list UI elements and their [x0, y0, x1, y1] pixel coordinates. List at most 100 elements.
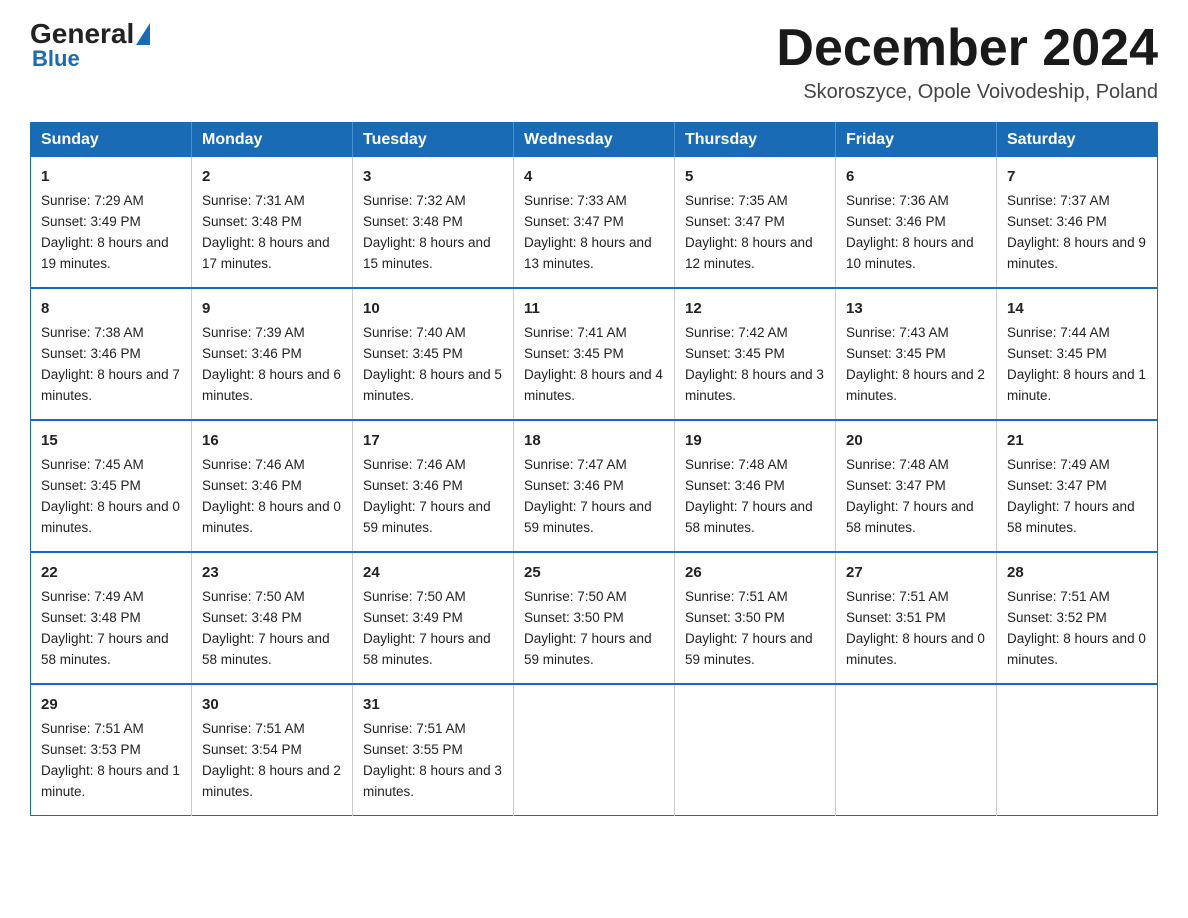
day-info: Sunrise: 7:39 AMSunset: 3:46 PMDaylight:…: [202, 325, 341, 403]
day-number: 31: [363, 693, 503, 716]
day-info: Sunrise: 7:36 AMSunset: 3:46 PMDaylight:…: [846, 193, 974, 271]
day-number: 7: [1007, 165, 1147, 188]
day-number: 26: [685, 561, 825, 584]
day-info: Sunrise: 7:51 AMSunset: 3:55 PMDaylight:…: [363, 721, 502, 799]
calendar-day-cell: 13Sunrise: 7:43 AMSunset: 3:45 PMDayligh…: [836, 288, 997, 420]
day-info: Sunrise: 7:49 AMSunset: 3:47 PMDaylight:…: [1007, 457, 1135, 535]
day-number: 13: [846, 297, 986, 320]
day-info: Sunrise: 7:41 AMSunset: 3:45 PMDaylight:…: [524, 325, 663, 403]
day-number: 30: [202, 693, 342, 716]
calendar-day-cell: 26 Sunrise: 7:51 AMSunset: 3:50 PMDayligh…: [675, 552, 836, 684]
logo: General Blue: [30, 20, 152, 72]
calendar-day-cell: 31 Sunrise: 7:51 AMSunset: 3:55 PMDayligh…: [353, 684, 514, 815]
logo-general-text: General: [30, 20, 134, 48]
calendar-day-cell: 28 Sunrise: 7:51 AMSunset: 3:52 PMDayligh…: [997, 552, 1158, 684]
day-info: Sunrise: 7:50 AMSunset: 3:50 PMDaylight:…: [524, 589, 652, 667]
day-info: Sunrise: 7:40 AMSunset: 3:45 PMDaylight:…: [363, 325, 502, 403]
calendar-day-cell: 16 Sunrise: 7:46 AMSunset: 3:46 PMDayligh…: [192, 420, 353, 552]
day-info: Sunrise: 7:51 AMSunset: 3:50 PMDaylight:…: [685, 589, 813, 667]
calendar-week-row: 15Sunrise: 7:45 AMSunset: 3:45 PMDayligh…: [31, 420, 1158, 552]
day-info: Sunrise: 7:50 AMSunset: 3:49 PMDaylight:…: [363, 589, 491, 667]
weekday-header-wednesday: Wednesday: [514, 123, 675, 158]
day-info: Sunrise: 7:33 AMSunset: 3:47 PMDaylight:…: [524, 193, 652, 271]
location-subtitle: Skoroszyce, Opole Voivodeship, Poland: [776, 81, 1158, 104]
calendar-week-row: 8Sunrise: 7:38 AMSunset: 3:46 PMDaylight…: [31, 288, 1158, 420]
page-header: General Blue December 2024 Skoroszyce, O…: [30, 20, 1158, 104]
day-info: Sunrise: 7:50 AMSunset: 3:48 PMDaylight:…: [202, 589, 330, 667]
weekday-header-sunday: Sunday: [31, 123, 192, 158]
day-number: 29: [41, 693, 181, 716]
day-number: 17: [363, 429, 503, 452]
calendar-day-cell: 21 Sunrise: 7:49 AMSunset: 3:47 PMDayligh…: [997, 420, 1158, 552]
month-year-title: December 2024: [776, 20, 1158, 77]
day-info: Sunrise: 7:44 AMSunset: 3:45 PMDaylight:…: [1007, 325, 1146, 403]
calendar-week-row: 29 Sunrise: 7:51 AMSunset: 3:53 PMDayligh…: [31, 684, 1158, 815]
calendar-day-cell: 19Sunrise: 7:48 AMSunset: 3:46 PMDayligh…: [675, 420, 836, 552]
calendar-day-cell: [836, 684, 997, 815]
logo-triangle-icon: [136, 23, 150, 45]
day-number: 16: [202, 429, 342, 452]
day-number: 25: [524, 561, 664, 584]
day-number: 14: [1007, 297, 1147, 320]
calendar-day-cell: 8Sunrise: 7:38 AMSunset: 3:46 PMDaylight…: [31, 288, 192, 420]
day-number: 12: [685, 297, 825, 320]
calendar-week-row: 1 Sunrise: 7:29 AMSunset: 3:49 PMDaylight…: [31, 157, 1158, 288]
day-number: 18: [524, 429, 664, 452]
calendar-day-cell: 20 Sunrise: 7:48 AMSunset: 3:47 PMDayligh…: [836, 420, 997, 552]
calendar-day-cell: 4 Sunrise: 7:33 AMSunset: 3:47 PMDaylight…: [514, 157, 675, 288]
day-number: 1: [41, 165, 181, 188]
day-number: 8: [41, 297, 181, 320]
day-number: 15: [41, 429, 181, 452]
calendar-day-cell: 22 Sunrise: 7:49 AMSunset: 3:48 PMDayligh…: [31, 552, 192, 684]
calendar-day-cell: 15Sunrise: 7:45 AMSunset: 3:45 PMDayligh…: [31, 420, 192, 552]
calendar-week-row: 22 Sunrise: 7:49 AMSunset: 3:48 PMDayligh…: [31, 552, 1158, 684]
logo-blue-text: Blue: [32, 46, 80, 72]
calendar-day-cell: 9 Sunrise: 7:39 AMSunset: 3:46 PMDaylight…: [192, 288, 353, 420]
day-info: Sunrise: 7:49 AMSunset: 3:48 PMDaylight:…: [41, 589, 169, 667]
calendar-day-cell: 30Sunrise: 7:51 AMSunset: 3:54 PMDayligh…: [192, 684, 353, 815]
weekday-header-row: SundayMondayTuesdayWednesdayThursdayFrid…: [31, 123, 1158, 158]
day-info: Sunrise: 7:48 AMSunset: 3:47 PMDaylight:…: [846, 457, 974, 535]
day-info: Sunrise: 7:51 AMSunset: 3:51 PMDaylight:…: [846, 589, 985, 667]
day-number: 3: [363, 165, 503, 188]
day-info: Sunrise: 7:37 AMSunset: 3:46 PMDaylight:…: [1007, 193, 1146, 271]
day-info: Sunrise: 7:32 AMSunset: 3:48 PMDaylight:…: [363, 193, 491, 271]
day-number: 11: [524, 297, 664, 320]
calendar-day-cell: 24Sunrise: 7:50 AMSunset: 3:49 PMDayligh…: [353, 552, 514, 684]
calendar-day-cell: [675, 684, 836, 815]
day-number: 22: [41, 561, 181, 584]
calendar-day-cell: [514, 684, 675, 815]
calendar-day-cell: [997, 684, 1158, 815]
day-number: 20: [846, 429, 986, 452]
day-info: Sunrise: 7:51 AMSunset: 3:52 PMDaylight:…: [1007, 589, 1146, 667]
day-number: 21: [1007, 429, 1147, 452]
day-number: 10: [363, 297, 503, 320]
day-info: Sunrise: 7:29 AMSunset: 3:49 PMDaylight:…: [41, 193, 169, 271]
calendar-table: SundayMondayTuesdayWednesdayThursdayFrid…: [30, 122, 1158, 816]
calendar-day-cell: 27Sunrise: 7:51 AMSunset: 3:51 PMDayligh…: [836, 552, 997, 684]
calendar-day-cell: 23 Sunrise: 7:50 AMSunset: 3:48 PMDayligh…: [192, 552, 353, 684]
day-info: Sunrise: 7:48 AMSunset: 3:46 PMDaylight:…: [685, 457, 813, 535]
weekday-header-saturday: Saturday: [997, 123, 1158, 158]
day-number: 4: [524, 165, 664, 188]
weekday-header-monday: Monday: [192, 123, 353, 158]
calendar-day-cell: 25 Sunrise: 7:50 AMSunset: 3:50 PMDayligh…: [514, 552, 675, 684]
calendar-day-cell: 6 Sunrise: 7:36 AMSunset: 3:46 PMDaylight…: [836, 157, 997, 288]
day-info: Sunrise: 7:47 AMSunset: 3:46 PMDaylight:…: [524, 457, 652, 535]
calendar-day-cell: 11 Sunrise: 7:41 AMSunset: 3:45 PMDayligh…: [514, 288, 675, 420]
day-number: 23: [202, 561, 342, 584]
calendar-day-cell: 18 Sunrise: 7:47 AMSunset: 3:46 PMDayligh…: [514, 420, 675, 552]
day-info: Sunrise: 7:46 AMSunset: 3:46 PMDaylight:…: [202, 457, 341, 535]
day-info: Sunrise: 7:35 AMSunset: 3:47 PMDaylight:…: [685, 193, 813, 271]
day-number: 6: [846, 165, 986, 188]
day-number: 9: [202, 297, 342, 320]
weekday-header-tuesday: Tuesday: [353, 123, 514, 158]
day-number: 2: [202, 165, 342, 188]
day-number: 28: [1007, 561, 1147, 584]
calendar-day-cell: 14 Sunrise: 7:44 AMSunset: 3:45 PMDayligh…: [997, 288, 1158, 420]
calendar-day-cell: 3 Sunrise: 7:32 AMSunset: 3:48 PMDaylight…: [353, 157, 514, 288]
day-number: 5: [685, 165, 825, 188]
calendar-day-cell: 2Sunrise: 7:31 AMSunset: 3:48 PMDaylight…: [192, 157, 353, 288]
day-info: Sunrise: 7:51 AMSunset: 3:53 PMDaylight:…: [41, 721, 180, 799]
calendar-day-cell: 29 Sunrise: 7:51 AMSunset: 3:53 PMDayligh…: [31, 684, 192, 815]
